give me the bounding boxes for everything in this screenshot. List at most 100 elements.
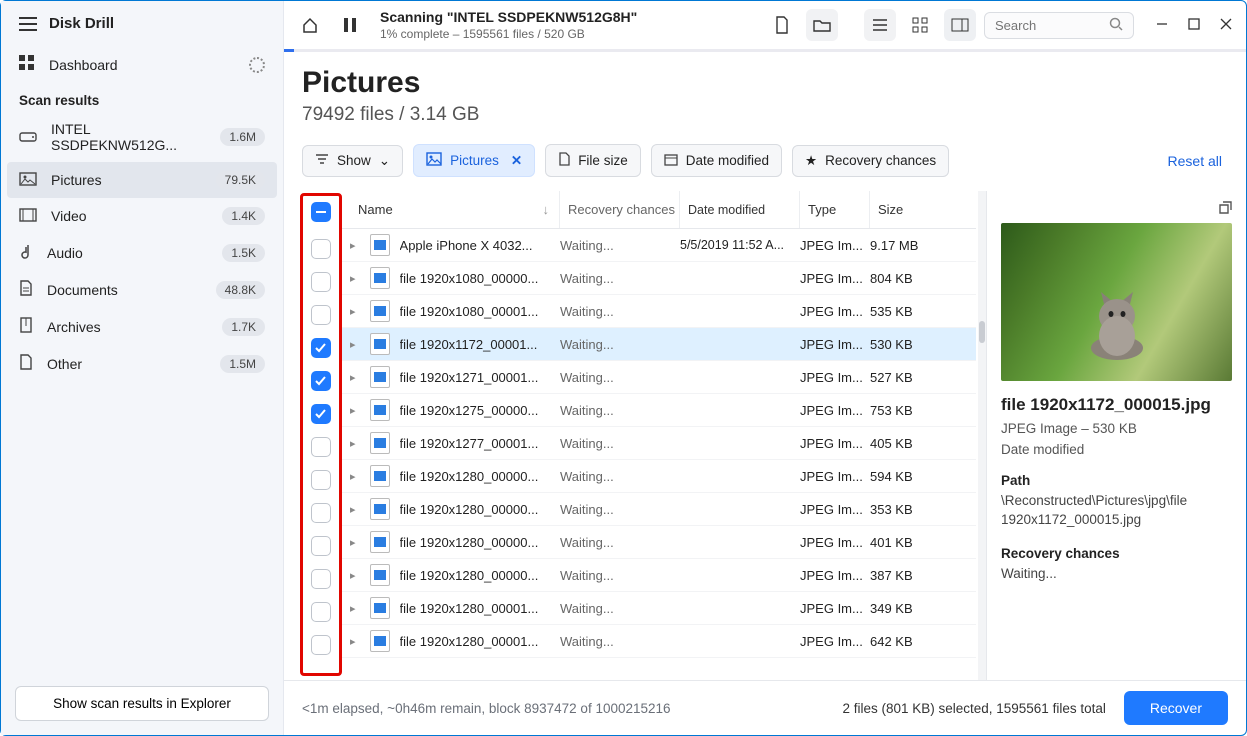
col-type[interactable]: Type [800,191,870,228]
sidebar-dashboard[interactable]: Dashboard [1,46,283,83]
file-icon[interactable] [766,9,798,41]
expand-chevron-icon[interactable]: ▸ [350,569,356,582]
select-all-checkbox[interactable] [311,202,331,222]
cell-size: 527 KB [870,370,940,385]
sidebar-item-count: 1.7K [222,318,265,336]
row-checkbox[interactable] [311,470,331,490]
filesize-filter-button[interactable]: File size [545,144,641,177]
expand-chevron-icon[interactable]: ▸ [350,635,356,648]
row-checkbox[interactable] [311,338,331,358]
cell-type: JPEG Im... [800,304,870,319]
show-in-explorer-button[interactable]: Show scan results in Explorer [15,686,269,721]
maximize-button[interactable] [1188,18,1200,33]
sidebar-item-archive[interactable]: Archives 1.7K [1,308,283,345]
table-row[interactable]: ▸file 1920x1271_00001...Waiting...JPEG I… [342,361,976,394]
sidebar-item-video[interactable]: Video1.4K [1,198,283,234]
table-row[interactable]: ▸file 1920x1080_00001...Waiting...JPEG I… [342,295,976,328]
row-checkbox[interactable] [311,503,331,523]
grid-view-button[interactable] [904,9,936,41]
expand-chevron-icon[interactable]: ▸ [350,437,356,450]
recover-button[interactable]: Recover [1124,691,1228,725]
minimize-button[interactable] [1156,18,1168,33]
row-checkbox[interactable] [311,536,331,556]
picture-icon [426,152,442,169]
row-checkbox[interactable] [311,305,331,325]
recovery-filter-button[interactable]: ★ Recovery chances [792,145,949,177]
table-scrollbar[interactable] [978,191,986,680]
cell-recovery: Waiting... [560,304,680,319]
table-row[interactable]: ▸file 1920x1280_00000...Waiting...JPEG I… [342,493,976,526]
sidebar-item-count: 79.5K [216,171,265,189]
file-thumb-icon [370,564,390,586]
expand-chevron-icon[interactable]: ▸ [350,272,356,285]
file-thumb-icon [370,399,390,421]
col-size[interactable]: Size [870,191,940,228]
close-button[interactable] [1220,18,1232,33]
table-row[interactable]: ▸file 1920x1280_00000...Waiting...JPEG I… [342,559,976,592]
cell-date: 5/5/2019 11:52 A... [680,238,800,252]
row-checkbox[interactable] [311,437,331,457]
expand-chevron-icon[interactable]: ▸ [350,371,356,384]
cell-recovery: Waiting... [560,469,680,484]
details-path-label: Path [1001,473,1232,488]
sidebar-item-drive[interactable]: INTEL SSDPEKNW512G...1.6M [1,112,283,162]
expand-chevron-icon[interactable]: ▸ [350,602,356,615]
close-icon[interactable]: ✕ [511,153,522,169]
file-name: file 1920x1172_00001... [400,337,538,352]
details-rc-label: Recovery chances [1001,546,1232,561]
table-row[interactable]: ▸file 1920x1280_00001...Waiting...JPEG I… [342,625,976,658]
expand-chevron-icon[interactable]: ▸ [350,305,356,318]
file-name: file 1920x1080_00000... [400,271,539,286]
sidebar-item-other[interactable]: Other1.5M [1,345,283,382]
calendar-icon [664,152,678,169]
row-checkbox[interactable] [311,602,331,622]
list-view-button[interactable] [864,9,896,41]
row-checkbox[interactable] [311,635,331,655]
sidebar-item-document[interactable]: Documents48.8K [1,271,283,308]
row-checkbox[interactable] [311,569,331,589]
expand-chevron-icon[interactable]: ▸ [350,503,356,516]
table-row[interactable]: ▸file 1920x1280_00000...Waiting...JPEG I… [342,460,976,493]
expand-chevron-icon[interactable]: ▸ [350,239,356,252]
menu-icon[interactable] [19,17,37,31]
row-checkbox[interactable] [311,272,331,292]
expand-chevron-icon[interactable]: ▸ [350,404,356,417]
table-row[interactable]: ▸file 1920x1080_00000...Waiting...JPEG I… [342,262,976,295]
show-filter-button[interactable]: Show ⌄ [302,145,403,177]
datemod-filter-button[interactable]: Date modified [651,144,782,177]
search-box[interactable] [984,12,1134,39]
sidebar-item-label: Archives [47,319,101,335]
pictures-filter-chip[interactable]: Pictures ✕ [413,144,535,177]
table-row[interactable]: ▸file 1920x1280_00000...Waiting...JPEG I… [342,526,976,559]
row-checkbox[interactable] [311,239,331,259]
sidebar-item-audio[interactable]: Audio1.5K [1,234,283,271]
cell-recovery: Waiting... [560,568,680,583]
table-row[interactable]: ▸file 1920x1280_00001...Waiting...JPEG I… [342,592,976,625]
sort-arrow-icon[interactable]: ↓ [543,202,550,217]
search-input[interactable] [995,18,1101,33]
panel-view-button[interactable] [944,9,976,41]
col-date[interactable]: Date modified [680,191,800,228]
row-checkbox[interactable] [311,371,331,391]
expand-chevron-icon[interactable]: ▸ [350,470,356,483]
cell-recovery: Waiting... [560,436,680,451]
expand-chevron-icon[interactable]: ▸ [350,338,356,351]
pause-button[interactable] [334,9,366,41]
home-button[interactable] [294,9,326,41]
reset-all-link[interactable]: Reset all [1168,153,1228,169]
details-rc: Waiting... [1001,565,1232,584]
scan-subtitle: 1% complete – 1595561 files / 520 GB [380,27,637,41]
sidebar-item-picture[interactable]: Pictures79.5K [7,162,277,198]
table-row[interactable]: ▸file 1920x1277_00001...Waiting...JPEG I… [342,427,976,460]
details-meta: JPEG Image – 530 KB [1001,421,1232,436]
expand-chevron-icon[interactable]: ▸ [350,536,356,549]
col-recovery[interactable]: Recovery chances [560,191,680,228]
status-bar: <1m elapsed, ~0h46m remain, block 893747… [284,680,1246,735]
row-checkbox[interactable] [311,404,331,424]
col-name[interactable]: Name [358,202,393,217]
folder-icon[interactable] [806,9,838,41]
table-row[interactable]: ▸file 1920x1275_00000...Waiting...JPEG I… [342,394,976,427]
open-external-icon[interactable] [1216,201,1232,220]
table-row[interactable]: ▸Apple iPhone X 4032...Waiting...5/5/201… [342,229,976,262]
table-row[interactable]: ▸file 1920x1172_00001...Waiting...JPEG I… [342,328,976,361]
